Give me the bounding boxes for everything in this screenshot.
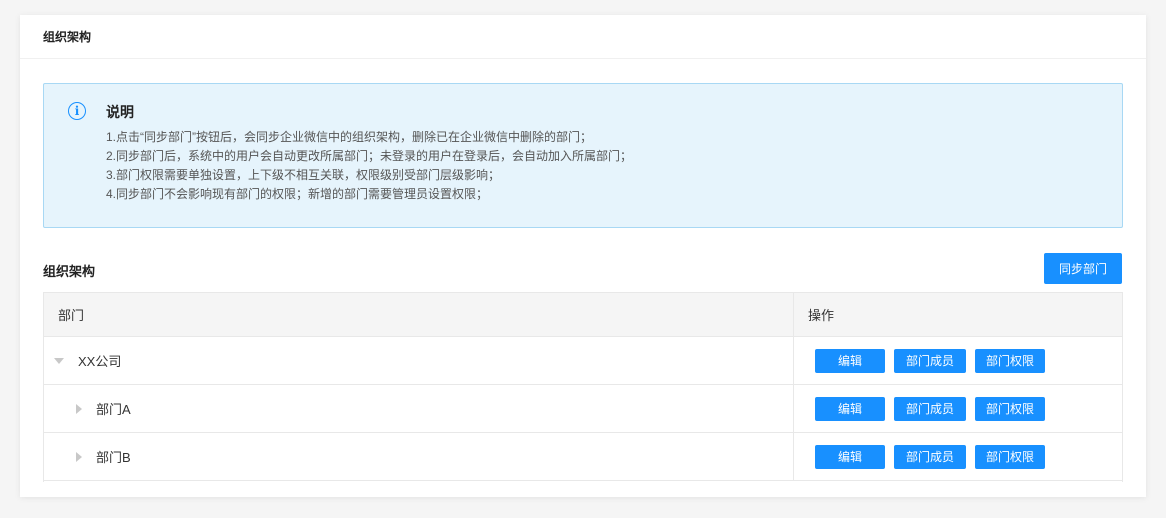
department-members-button[interactable]: 部门成员 — [894, 396, 966, 421]
info-notice: i 说明 1.点击“同步部门”按钮后，会同步企业微信中的组织架构，删除已在企业微… — [43, 83, 1123, 228]
department-members-button[interactable]: 部门成员 — [894, 444, 966, 469]
page-title: 组织架构 — [20, 15, 1146, 59]
department-permissions-button[interactable]: 部门权限 — [975, 444, 1045, 469]
department-members-button[interactable]: 部门成员 — [894, 348, 966, 373]
notice-title: 说明 — [106, 104, 134, 120]
expand-caret-icon[interactable] — [76, 451, 82, 462]
department-name: 部门B — [96, 450, 131, 465]
department-permissions-button[interactable]: 部门权限 — [975, 348, 1045, 373]
expand-caret-icon[interactable] — [76, 403, 82, 414]
notice-line: 2.同步部门后，系统中的用户会自动更改所属部门；未登录的用户在登录后，会自动加入… — [106, 149, 633, 163]
column-header-actions: 操作 — [808, 308, 835, 323]
org-structure-card: 组织架构 i 说明 1.点击“同步部门”按钮后，会同步企业微信中的组织架构，删除… — [20, 15, 1146, 497]
notice-line: 4.同步部门不会影响现有部门的权限；新增的部门需要管理员设置权限； — [106, 187, 489, 201]
notice-line: 1.点击“同步部门”按钮后，会同步企业微信中的组织架构，删除已在企业微信中删除的… — [106, 130, 593, 144]
info-icon: i — [68, 102, 86, 120]
column-header-department: 部门 — [44, 293, 794, 336]
edit-button[interactable]: 编辑 — [815, 396, 885, 421]
section-title: 组织架构 — [43, 264, 96, 279]
department-name: 部门A — [96, 402, 131, 417]
department-table: 部门 操作 XX公司 编辑 部门成员 部门权限 部门A 编辑 部门成员 部门权限 — [43, 292, 1123, 482]
table-header-row: 部门 操作 — [44, 293, 1122, 337]
department-name: XX公司 — [78, 354, 122, 369]
edit-button[interactable]: 编辑 — [815, 444, 885, 469]
collapse-caret-icon[interactable] — [54, 357, 64, 364]
table-row: XX公司 编辑 部门成员 部门权限 — [44, 337, 1122, 385]
department-permissions-button[interactable]: 部门权限 — [975, 396, 1045, 421]
edit-button[interactable]: 编辑 — [815, 348, 885, 373]
notice-line: 3.部门权限需要单独设置，上下级不相互关联，权限级别受部门层级影响； — [106, 168, 501, 182]
table-row: 部门A 编辑 部门成员 部门权限 — [44, 385, 1122, 433]
sync-departments-button[interactable]: 同步部门 — [1044, 253, 1122, 284]
notice-lines: 1.点击“同步部门”按钮后，会同步企业微信中的组织架构，删除已在企业微信中删除的… — [106, 128, 632, 204]
table-row: 部门B 编辑 部门成员 部门权限 — [44, 433, 1122, 481]
